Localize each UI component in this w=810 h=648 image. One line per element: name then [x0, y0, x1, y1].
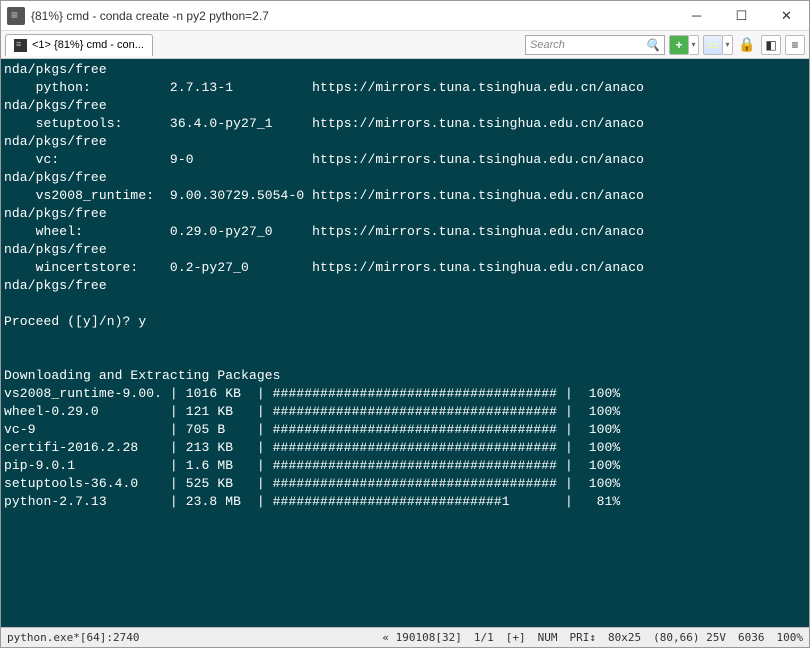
status-size: 80x25	[608, 631, 641, 644]
close-button[interactable]: ✕	[764, 1, 809, 31]
terminal-output[interactable]: nda/pkgs/free python: 2.7.13-1 https://m…	[1, 59, 809, 627]
window-title: {81%} cmd - conda create -n py2 python=2…	[31, 9, 674, 23]
view-dropdown[interactable]: ▾	[723, 35, 733, 55]
status-count: 6036	[738, 631, 765, 644]
view-button[interactable]: ▭	[703, 35, 723, 55]
status-cursor: (80,66) 25V	[653, 631, 726, 644]
status-page: 1/1	[474, 631, 494, 644]
search-input[interactable]: Search 🔍	[525, 35, 665, 55]
tab-active[interactable]: <1> {81%} cmd - con...	[5, 34, 153, 56]
status-encoding: « 190108[32]	[382, 631, 461, 644]
status-bar: python.exe*[64]:2740 « 190108[32] 1/1 [+…	[1, 627, 809, 647]
status-process: python.exe*[64]:2740	[7, 631, 139, 644]
new-tab-dropdown[interactable]: ▾	[689, 35, 699, 55]
status-pri: PRI↕	[570, 631, 597, 644]
search-placeholder: Search	[530, 39, 565, 51]
search-icon: 🔍	[645, 38, 660, 52]
minimize-button[interactable]: ─	[674, 1, 719, 31]
app-icon	[7, 7, 25, 25]
toolbar: <1> {81%} cmd - con... Search 🔍 + ▾ ▭ ▾ …	[1, 31, 809, 59]
status-pct: 100%	[777, 631, 804, 644]
panel-right-button[interactable]: ≡	[785, 35, 805, 55]
lock-icon[interactable]: 🔒	[737, 35, 757, 55]
maximize-button[interactable]: ☐	[719, 1, 764, 31]
status-flag: [+]	[506, 631, 526, 644]
app-window: {81%} cmd - conda create -n py2 python=2…	[0, 0, 810, 648]
tab-icon	[14, 39, 27, 52]
panel-left-button[interactable]: ◧	[761, 35, 781, 55]
new-tab-button[interactable]: +	[669, 35, 689, 55]
status-num: NUM	[538, 631, 558, 644]
tab-label: <1> {81%} cmd - con...	[32, 39, 144, 51]
titlebar: {81%} cmd - conda create -n py2 python=2…	[1, 1, 809, 31]
